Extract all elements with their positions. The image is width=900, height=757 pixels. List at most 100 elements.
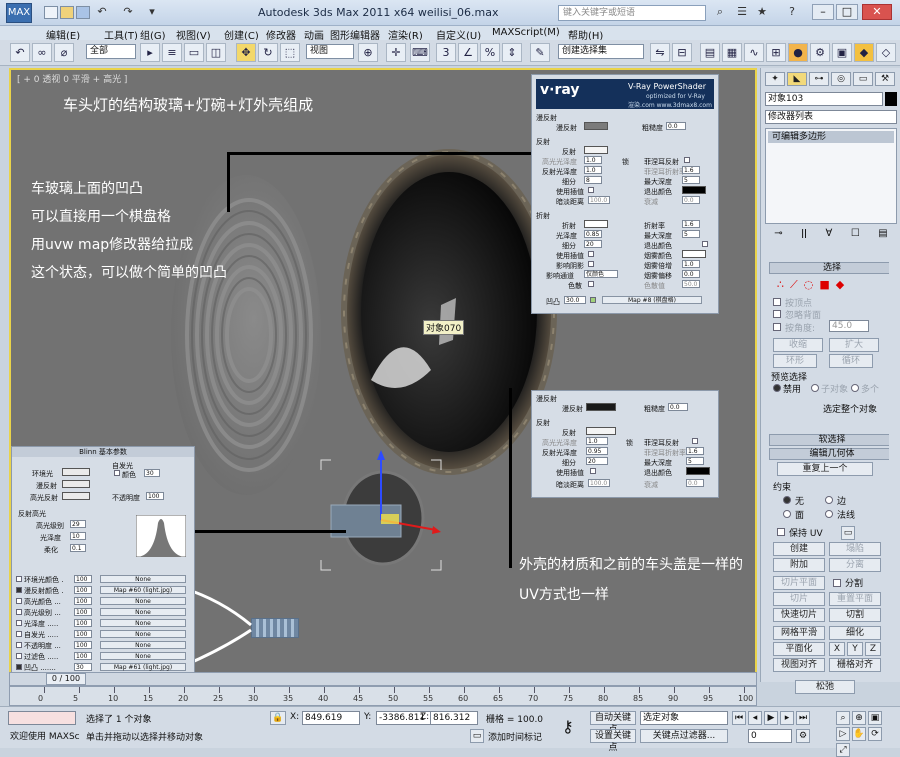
- map-amount[interactable]: 100: [74, 608, 92, 616]
- dim-falloff-field[interactable]: 0.0: [682, 196, 700, 204]
- shell-roughness-field[interactable]: 0.0: [668, 403, 688, 411]
- map-slot-button[interactable]: None: [100, 630, 186, 638]
- exit-color-swatch[interactable]: [682, 186, 706, 194]
- map-checkbox[interactable]: [16, 620, 22, 626]
- menu-maxscript[interactable]: MAXScript(M): [492, 27, 560, 38]
- subscription-icon[interactable]: ☰: [734, 5, 750, 20]
- keyboard-shortcut-icon[interactable]: ⌨: [410, 43, 430, 62]
- quick-access-dropdown-icon[interactable]: ▾: [144, 5, 160, 20]
- refract-interp-checkbox[interactable]: [588, 251, 594, 257]
- track-bar[interactable]: 0 5 10 15 20 25 30 35 40 45 50 55 60 65 70 75 80 85 90 95 10…: [9, 686, 757, 706]
- dim-dist-field[interactable]: 100.0: [588, 196, 610, 204]
- preview-disabled-radio[interactable]: [773, 384, 781, 392]
- map-amount[interactable]: 100: [74, 619, 92, 627]
- go-to-start-icon[interactable]: ⏮: [732, 711, 746, 725]
- select-by-name-icon[interactable]: ≡: [162, 43, 182, 62]
- slice-plane-button[interactable]: 切片平面: [773, 576, 825, 590]
- save-file-icon[interactable]: [76, 6, 90, 19]
- lock-selection-icon[interactable]: 🔒: [270, 711, 286, 725]
- split-checkbox[interactable]: [833, 579, 841, 587]
- key-icon[interactable]: ⚷: [562, 717, 574, 736]
- polygon-level-icon[interactable]: ■: [819, 278, 829, 292]
- bump-checkbox[interactable]: [590, 297, 596, 303]
- map-checkbox[interactable]: [16, 576, 22, 582]
- select-and-rotate-icon[interactable]: ↻: [258, 43, 278, 62]
- shell-max-depth-field[interactable]: 5: [686, 457, 704, 465]
- pivot-center-icon[interactable]: ⊕: [358, 43, 378, 62]
- select-object-icon[interactable]: ▸: [140, 43, 160, 62]
- create-button[interactable]: 创建: [773, 542, 825, 556]
- bump-map-button[interactable]: Map #8 (棋盘格): [602, 296, 702, 304]
- zoom-extents-icon[interactable]: ▣: [868, 711, 882, 725]
- material-editor-icon[interactable]: ●: [788, 43, 808, 62]
- cut-button[interactable]: 切割: [829, 608, 881, 622]
- object-name-field[interactable]: 对象103: [765, 92, 883, 106]
- undo-toolbar-icon[interactable]: ↶: [10, 43, 30, 62]
- refract-gloss-field[interactable]: 0.85: [584, 230, 602, 238]
- hierarchy-tab-icon[interactable]: ⊶: [809, 72, 829, 86]
- map-checkbox[interactable]: [16, 631, 22, 637]
- minimize-icon[interactable]: –: [812, 4, 834, 20]
- zoom-all-icon[interactable]: ⊕: [852, 711, 866, 725]
- percent-snap-icon[interactable]: %: [480, 43, 500, 62]
- select-and-move-icon[interactable]: ✥: [236, 43, 256, 62]
- make-planar-button[interactable]: 平面化: [773, 642, 825, 656]
- by-vertex-checkbox[interactable]: [773, 298, 781, 306]
- use-interp-checkbox[interactable]: [588, 187, 594, 193]
- key-mode-dropdown[interactable]: 选定对象: [640, 711, 728, 725]
- map-amount[interactable]: 100: [74, 586, 92, 594]
- time-slider-thumb[interactable]: 0 / 100: [46, 673, 86, 685]
- map-slot-button[interactable]: None: [100, 652, 186, 660]
- reflect-swatch[interactable]: [584, 146, 608, 154]
- ior-field[interactable]: 1.6: [682, 220, 700, 228]
- orbit-icon[interactable]: ⟳: [868, 727, 882, 741]
- map-amount[interactable]: 100: [74, 575, 92, 583]
- grow-button[interactable]: 扩大: [829, 338, 879, 352]
- soften-field[interactable]: 0.1: [70, 544, 86, 552]
- map-amount[interactable]: 30: [74, 663, 92, 671]
- stack-item-editable-poly[interactable]: 可编辑多边形: [768, 131, 894, 143]
- attach-button[interactable]: 附加: [773, 558, 825, 572]
- specular-swatch[interactable]: [62, 492, 90, 500]
- map-slot-button[interactable]: Map #60 (light.jpg): [100, 586, 186, 594]
- angle-field[interactable]: 45.0: [829, 320, 869, 332]
- modify-tab-icon[interactable]: ◣: [787, 72, 807, 86]
- fog-mult-field[interactable]: 1.0: [682, 260, 700, 268]
- select-and-scale-icon[interactable]: ⬚: [280, 43, 300, 62]
- shell-lock-button[interactable]: 锁: [626, 438, 633, 448]
- snap-toggle-icon[interactable]: 3: [436, 43, 456, 62]
- layer-manager-icon[interactable]: ▤: [700, 43, 720, 62]
- map-checkbox[interactable]: [16, 609, 22, 615]
- planar-z-button[interactable]: Z: [865, 642, 881, 656]
- curve-editor-icon[interactable]: ∿: [744, 43, 764, 62]
- field-of-view-icon[interactable]: ▷: [836, 727, 850, 741]
- constraint-none-radio[interactable]: [783, 496, 791, 504]
- link-icon[interactable]: ∞: [32, 43, 52, 62]
- view-align-button[interactable]: 视图对齐: [773, 658, 825, 672]
- reference-coordinate-dropdown[interactable]: 视图: [306, 44, 354, 59]
- make-unique-icon[interactable]: ∀: [826, 228, 833, 242]
- spec-level-field[interactable]: 29: [70, 520, 86, 528]
- go-to-end-icon[interactable]: ⏭: [796, 711, 810, 725]
- shell-subdivs-field[interactable]: 20: [586, 457, 608, 465]
- fog-color-swatch[interactable]: [682, 250, 706, 258]
- communication-icon[interactable]: ★: [754, 5, 770, 20]
- relax-button[interactable]: 松弛: [795, 680, 855, 694]
- preserve-uv-checkbox[interactable]: [777, 528, 785, 536]
- object-color-swatch[interactable]: [885, 92, 897, 106]
- repeat-last-button[interactable]: 重复上一个: [777, 462, 873, 476]
- shell-refl-gloss-field[interactable]: 0.95: [586, 447, 608, 455]
- preview-subobject-radio[interactable]: [811, 384, 819, 392]
- mirror-icon[interactable]: ⇋: [650, 43, 670, 62]
- refl-gloss-field[interactable]: 1.0: [584, 166, 602, 174]
- remove-modifier-icon[interactable]: ☐: [851, 228, 860, 242]
- fresnel-ior-field[interactable]: 1.6: [682, 166, 700, 174]
- detach-button[interactable]: 分离: [829, 558, 881, 572]
- create-tab-icon[interactable]: ✦: [765, 72, 785, 86]
- shell-interp-checkbox[interactable]: [590, 468, 596, 474]
- edge-level-icon[interactable]: ⟋: [790, 278, 798, 292]
- time-config-icon[interactable]: ⚙: [796, 729, 810, 743]
- constraint-face-radio[interactable]: [783, 510, 791, 518]
- refract-subdivs-field[interactable]: 20: [584, 240, 602, 248]
- refract-exit-checkbox[interactable]: [702, 241, 708, 247]
